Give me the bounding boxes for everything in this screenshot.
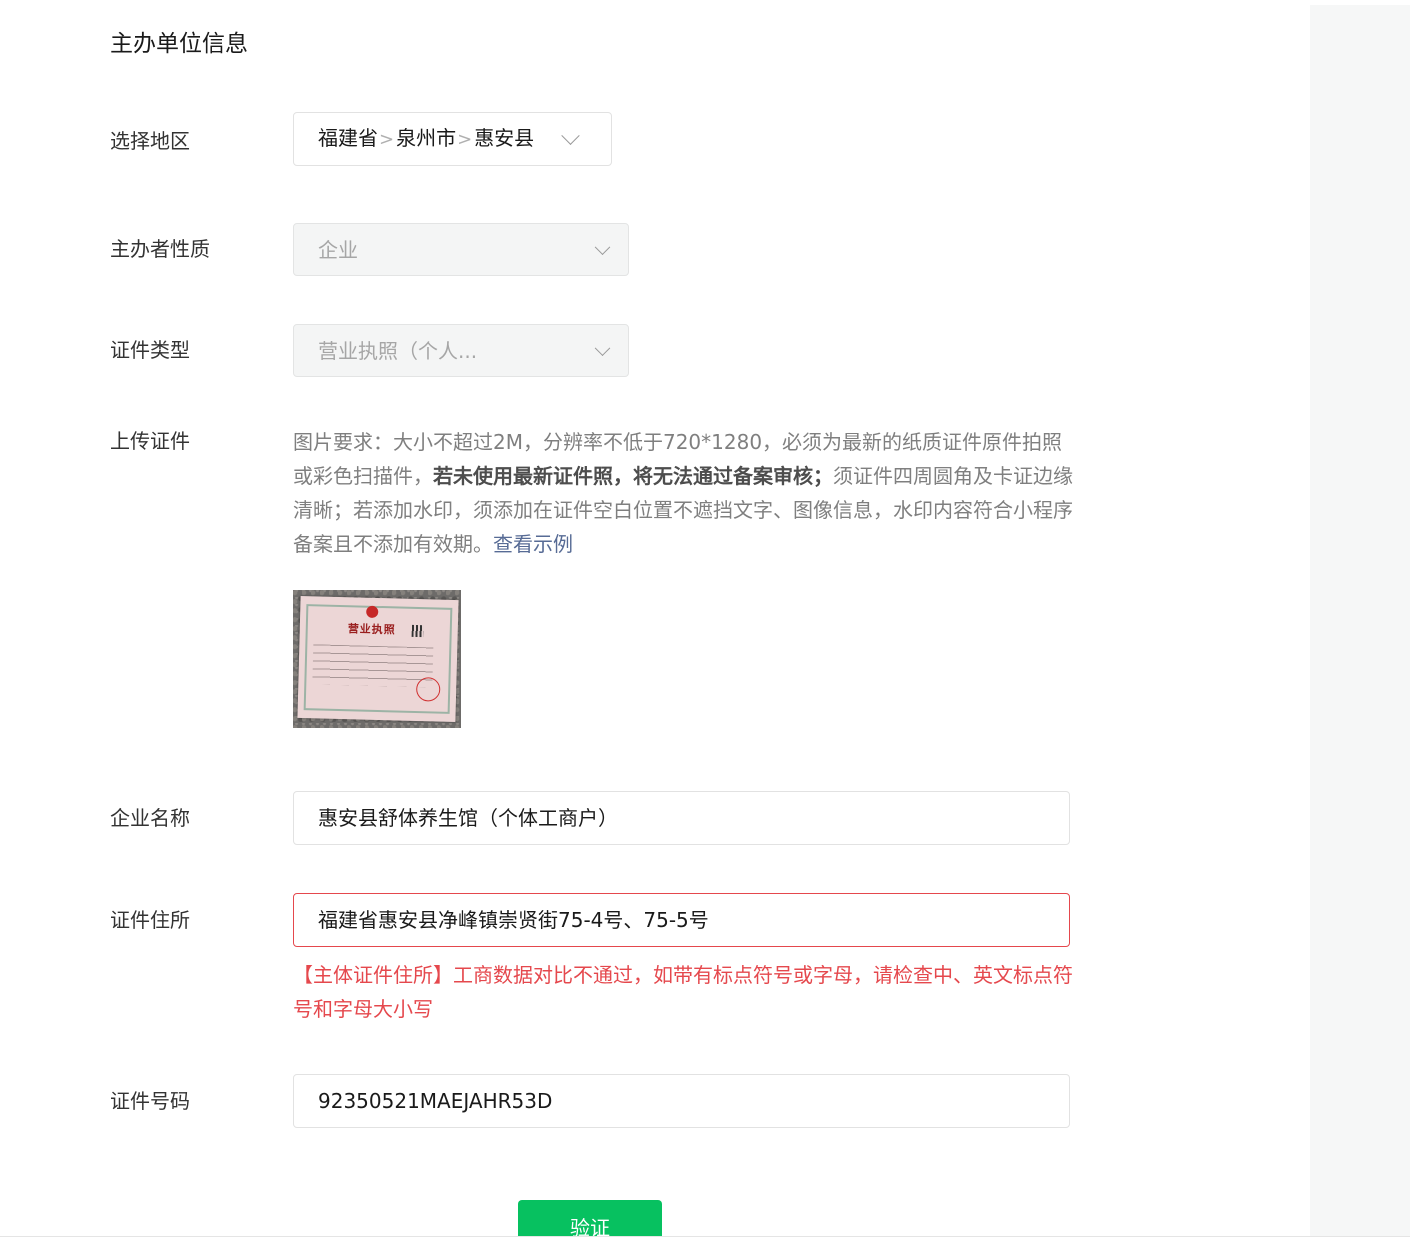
button-clip-area: 验证 [0,0,1410,1236]
verify-button[interactable]: 验证 [518,1200,662,1236]
page: 主办单位信息 选择地区 福建省> 泉州市> 惠安县 主办者性质 企业 证件类型 营业… [0,0,1410,1239]
bottom-divider [0,1236,1410,1237]
